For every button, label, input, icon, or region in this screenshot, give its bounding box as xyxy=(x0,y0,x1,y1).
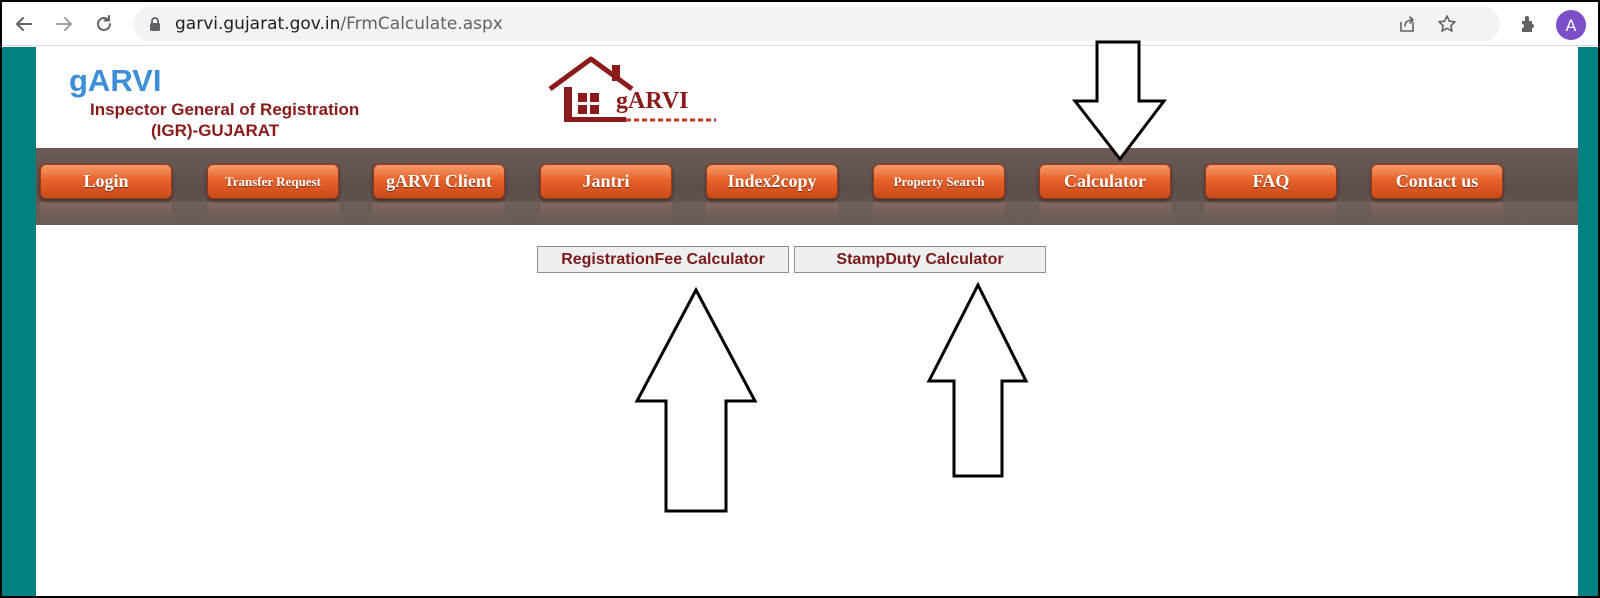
forward-button[interactable] xyxy=(50,10,78,38)
nav-button-reflection xyxy=(373,202,505,220)
main-nav-bar: Login Transfer Request gARVI Client Jant… xyxy=(36,148,1578,225)
url-path: /FrmCalculate.aspx xyxy=(340,14,503,34)
nav-transfer-request-button[interactable]: Transfer Request xyxy=(207,164,339,199)
page-background: gARVI Inspector General of Registration … xyxy=(2,47,1598,596)
extensions-puzzle-icon[interactable] xyxy=(1517,12,1541,36)
lock-icon xyxy=(150,17,160,31)
browser-toolbar: garvi.gujarat.gov.in/FrmCalculate.aspx A xyxy=(2,2,1598,46)
nav-jantri-button[interactable]: Jantri xyxy=(540,164,672,199)
nav-contact-us-button[interactable]: Contact us xyxy=(1371,164,1503,199)
nav-button-reflection xyxy=(1205,202,1337,220)
site-title: gARVI xyxy=(69,63,162,98)
back-button[interactable] xyxy=(10,10,38,38)
nav-button-reflection xyxy=(540,202,672,220)
nav-button-reflection xyxy=(1039,202,1171,220)
nav-button-reflection xyxy=(207,202,339,220)
profile-avatar[interactable]: A xyxy=(1556,10,1586,40)
nav-button-reflection xyxy=(40,202,172,220)
logo-text: gARVI xyxy=(616,88,689,114)
nav-property-search-button[interactable]: Property Search xyxy=(873,164,1005,199)
back-arrow-icon xyxy=(16,17,32,31)
bookmark-star-icon[interactable] xyxy=(1437,14,1457,34)
url-host: garvi.gujarat.gov.in xyxy=(175,14,341,34)
nav-index2copy-button[interactable]: Index2copy xyxy=(706,164,838,199)
site-subtitle-line1: Inspector General of Registration xyxy=(90,100,360,119)
nav-garvi-client-button[interactable]: gARVI Client xyxy=(373,164,505,199)
reload-icon xyxy=(97,15,111,31)
forward-arrow-icon xyxy=(56,17,72,31)
registration-fee-calculator-button[interactable]: RegistrationFee Calculator xyxy=(537,246,789,273)
garvi-house-logo: gARVI xyxy=(548,56,716,122)
nav-button-reflection xyxy=(873,202,1005,220)
screenshot-frame: garvi.gujarat.gov.in/FrmCalculate.aspx A… xyxy=(0,0,1600,598)
page-content: gARVI Inspector General of Registration … xyxy=(36,47,1578,596)
stamp-duty-calculator-button[interactable]: StampDuty Calculator xyxy=(794,246,1046,273)
share-icon[interactable] xyxy=(1397,14,1417,34)
reload-button[interactable] xyxy=(90,10,118,38)
site-subtitle-line2: (IGR)-GUJARAT xyxy=(151,121,280,140)
nav-button-reflection xyxy=(706,202,838,220)
nav-button-reflection xyxy=(1371,202,1503,220)
nav-login-button[interactable]: Login xyxy=(40,164,172,199)
address-bar[interactable]: garvi.gujarat.gov.in/FrmCalculate.aspx xyxy=(133,7,1500,41)
nav-faq-button[interactable]: FAQ xyxy=(1205,164,1337,199)
url-text: garvi.gujarat.gov.in/FrmCalculate.aspx xyxy=(175,14,503,34)
nav-calculator-button[interactable]: Calculator xyxy=(1039,164,1171,199)
